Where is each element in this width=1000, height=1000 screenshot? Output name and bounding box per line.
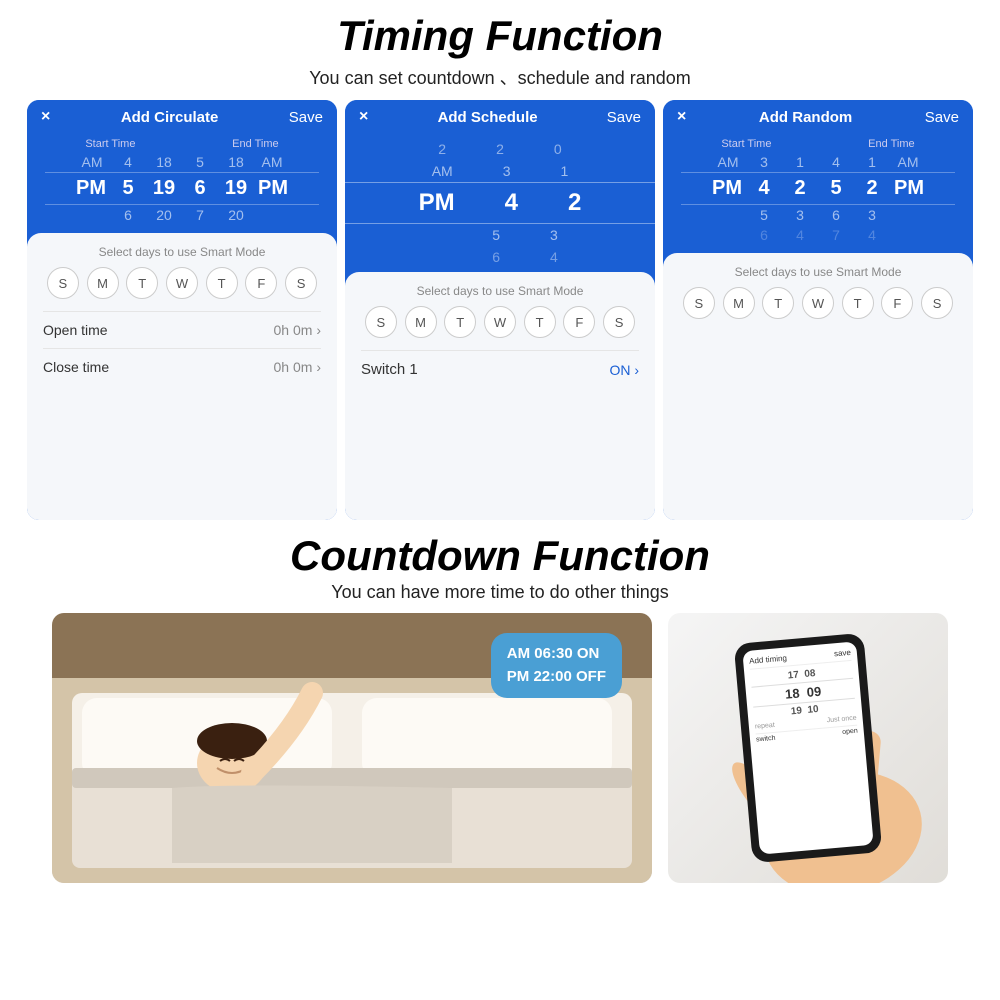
rand-day-W1[interactable]: W (802, 287, 834, 319)
circulate-row-1: AM 4 18 5 18 AM (45, 152, 319, 172)
random-start-label: Start Time (721, 138, 771, 150)
sched-day-W1[interactable]: W (484, 306, 516, 338)
random-bottom-panel: Select days to use Smart Mode S M T W T … (663, 253, 973, 520)
switch-row[interactable]: Switch 1 ON › (361, 350, 639, 388)
rand-day-S2[interactable]: S (921, 287, 953, 319)
schedule-title: Add Schedule (438, 109, 538, 126)
bed-image: AM 06:30 ON PM 22:00 OFF (52, 613, 652, 883)
main-container: Timing Function You can set countdown 、s… (0, 0, 1000, 1000)
rand-day-T2[interactable]: T (842, 287, 874, 319)
schedule-time-area: 2 2 0 AM 3 1 PM 4 2 5 3 (345, 134, 655, 268)
random-header: × Add Random Save (663, 100, 973, 134)
random-day-circles: S M T W T F S (679, 287, 957, 319)
circulate-row-selected: PM 5 19 6 19 PM (45, 172, 319, 205)
chat-line1: AM 06:30 ON (507, 643, 606, 666)
day-F1[interactable]: F (245, 267, 277, 299)
sched-day-F1[interactable]: F (563, 306, 595, 338)
day-S2[interactable]: S (285, 267, 317, 299)
sched-day-M1[interactable]: M (405, 306, 437, 338)
end-time-label: End Time (232, 138, 278, 150)
countdown-subtitle: You can have more time to do other thing… (331, 582, 669, 603)
open-time-value: 0h 0m › (274, 322, 321, 338)
random-end-label: End Time (868, 138, 914, 150)
schedule-row-below2: 6 4 (345, 246, 655, 268)
circulate-smart-mode-label: Select days to use Smart Mode (43, 245, 321, 259)
day-S1[interactable]: S (47, 267, 79, 299)
sched-day-T1[interactable]: T (444, 306, 476, 338)
phones-row: × Add Circulate Save Start Time End Time… (10, 100, 990, 520)
phone-circulate: × Add Circulate Save Start Time End Time… (27, 100, 337, 520)
rand-day-F1[interactable]: F (881, 287, 913, 319)
close-time-value: 0h 0m › (274, 359, 321, 375)
sched-day-T2[interactable]: T (524, 306, 556, 338)
random-row-1: AM 3 1 4 1 AM (681, 152, 955, 172)
schedule-row-below1: 5 3 (345, 224, 655, 246)
random-close-btn[interactable]: × (677, 108, 686, 126)
day-W1[interactable]: W (166, 267, 198, 299)
circulate-time-rows: AM 4 18 5 18 AM PM 5 19 6 19 PM (37, 152, 327, 225)
circulate-close-btn[interactable]: × (41, 108, 50, 126)
schedule-row-top: 2 2 0 (345, 138, 655, 160)
random-save-btn[interactable]: Save (925, 109, 959, 126)
open-time-label: Open time (43, 322, 108, 338)
day-M1[interactable]: M (87, 267, 119, 299)
chat-line2: PM 22:00 OFF (507, 666, 606, 689)
close-time-row[interactable]: Close time 0h 0m › (43, 348, 321, 385)
timing-title: Timing Function (337, 12, 663, 60)
schedule-row-am: AM 3 1 (345, 160, 655, 182)
schedule-close-btn[interactable]: × (359, 108, 368, 126)
day-T2[interactable]: T (206, 267, 238, 299)
schedule-header: × Add Schedule Save (345, 100, 655, 134)
rand-day-T1[interactable]: T (762, 287, 794, 319)
circulate-save-btn[interactable]: Save (289, 109, 323, 126)
rand-day-S1[interactable]: S (683, 287, 715, 319)
countdown-title: Countdown Function (290, 532, 710, 580)
circulate-row-3: 6 20 7 20 (45, 205, 319, 225)
random-smart-mode-label: Select days to use Smart Mode (679, 265, 957, 279)
phone-random: × Add Random Save Start Time End Time AM… (663, 100, 973, 520)
mini-phone: Add timing save 17 08 18 09 19 10 repeat… (734, 633, 883, 863)
circulate-header: × Add Circulate Save (27, 100, 337, 134)
random-row-4: 6 4 7 4 (681, 225, 955, 245)
switch-value: ON › (609, 362, 639, 378)
random-time-labels: Start Time End Time (673, 138, 963, 150)
phone-hand-image: Add timing save 17 08 18 09 19 10 repeat… (668, 613, 948, 883)
circulate-title: Add Circulate (121, 109, 219, 126)
sched-day-S1[interactable]: S (365, 306, 397, 338)
countdown-images-row: AM 06:30 ON PM 22:00 OFF (20, 613, 980, 883)
open-time-row[interactable]: Open time 0h 0m › (43, 311, 321, 348)
phone-schedule: × Add Schedule Save 2 2 0 AM 3 1 PM (345, 100, 655, 520)
random-row-selected: PM 4 2 5 2 PM (681, 172, 955, 205)
random-time-rows: AM 3 1 4 1 AM PM 4 2 5 2 PM (673, 152, 963, 245)
circulate-bottom-panel: Select days to use Smart Mode S M T W T … (27, 233, 337, 520)
random-row-3: 5 3 6 3 (681, 205, 955, 225)
switch-label: Switch 1 (361, 361, 418, 378)
circulate-day-circles: S M T W T F S (43, 267, 321, 299)
schedule-day-circles: S M T W T F S (361, 306, 639, 338)
mini-header-save: save (834, 648, 852, 658)
sched-day-S2[interactable]: S (603, 306, 635, 338)
schedule-smart-mode-label: Select days to use Smart Mode (361, 284, 639, 298)
countdown-section: Countdown Function You can have more tim… (0, 528, 1000, 883)
schedule-bottom-panel: Select days to use Smart Mode S M T W T … (345, 272, 655, 520)
mini-header-title: Add timing (749, 654, 787, 666)
close-time-label: Close time (43, 359, 109, 375)
day-T1[interactable]: T (126, 267, 158, 299)
circulate-time-labels: Start Time End Time (37, 138, 327, 150)
schedule-save-btn[interactable]: Save (607, 109, 641, 126)
circulate-time-picker: Start Time End Time AM 4 18 5 18 AM (27, 134, 337, 229)
timing-subtitle: You can set countdown 、schedule and rand… (309, 64, 691, 90)
schedule-row-selected: PM 4 2 (345, 182, 655, 224)
mini-phone-screen: Add timing save 17 08 18 09 19 10 repeat… (742, 641, 873, 854)
random-title: Add Random (759, 109, 852, 126)
rand-day-M1[interactable]: M (723, 287, 755, 319)
start-time-label: Start Time (85, 138, 135, 150)
chat-bubble: AM 06:30 ON PM 22:00 OFF (491, 633, 622, 698)
random-time-picker: Start Time End Time AM 3 1 4 1 AM PM 4 (663, 134, 973, 249)
